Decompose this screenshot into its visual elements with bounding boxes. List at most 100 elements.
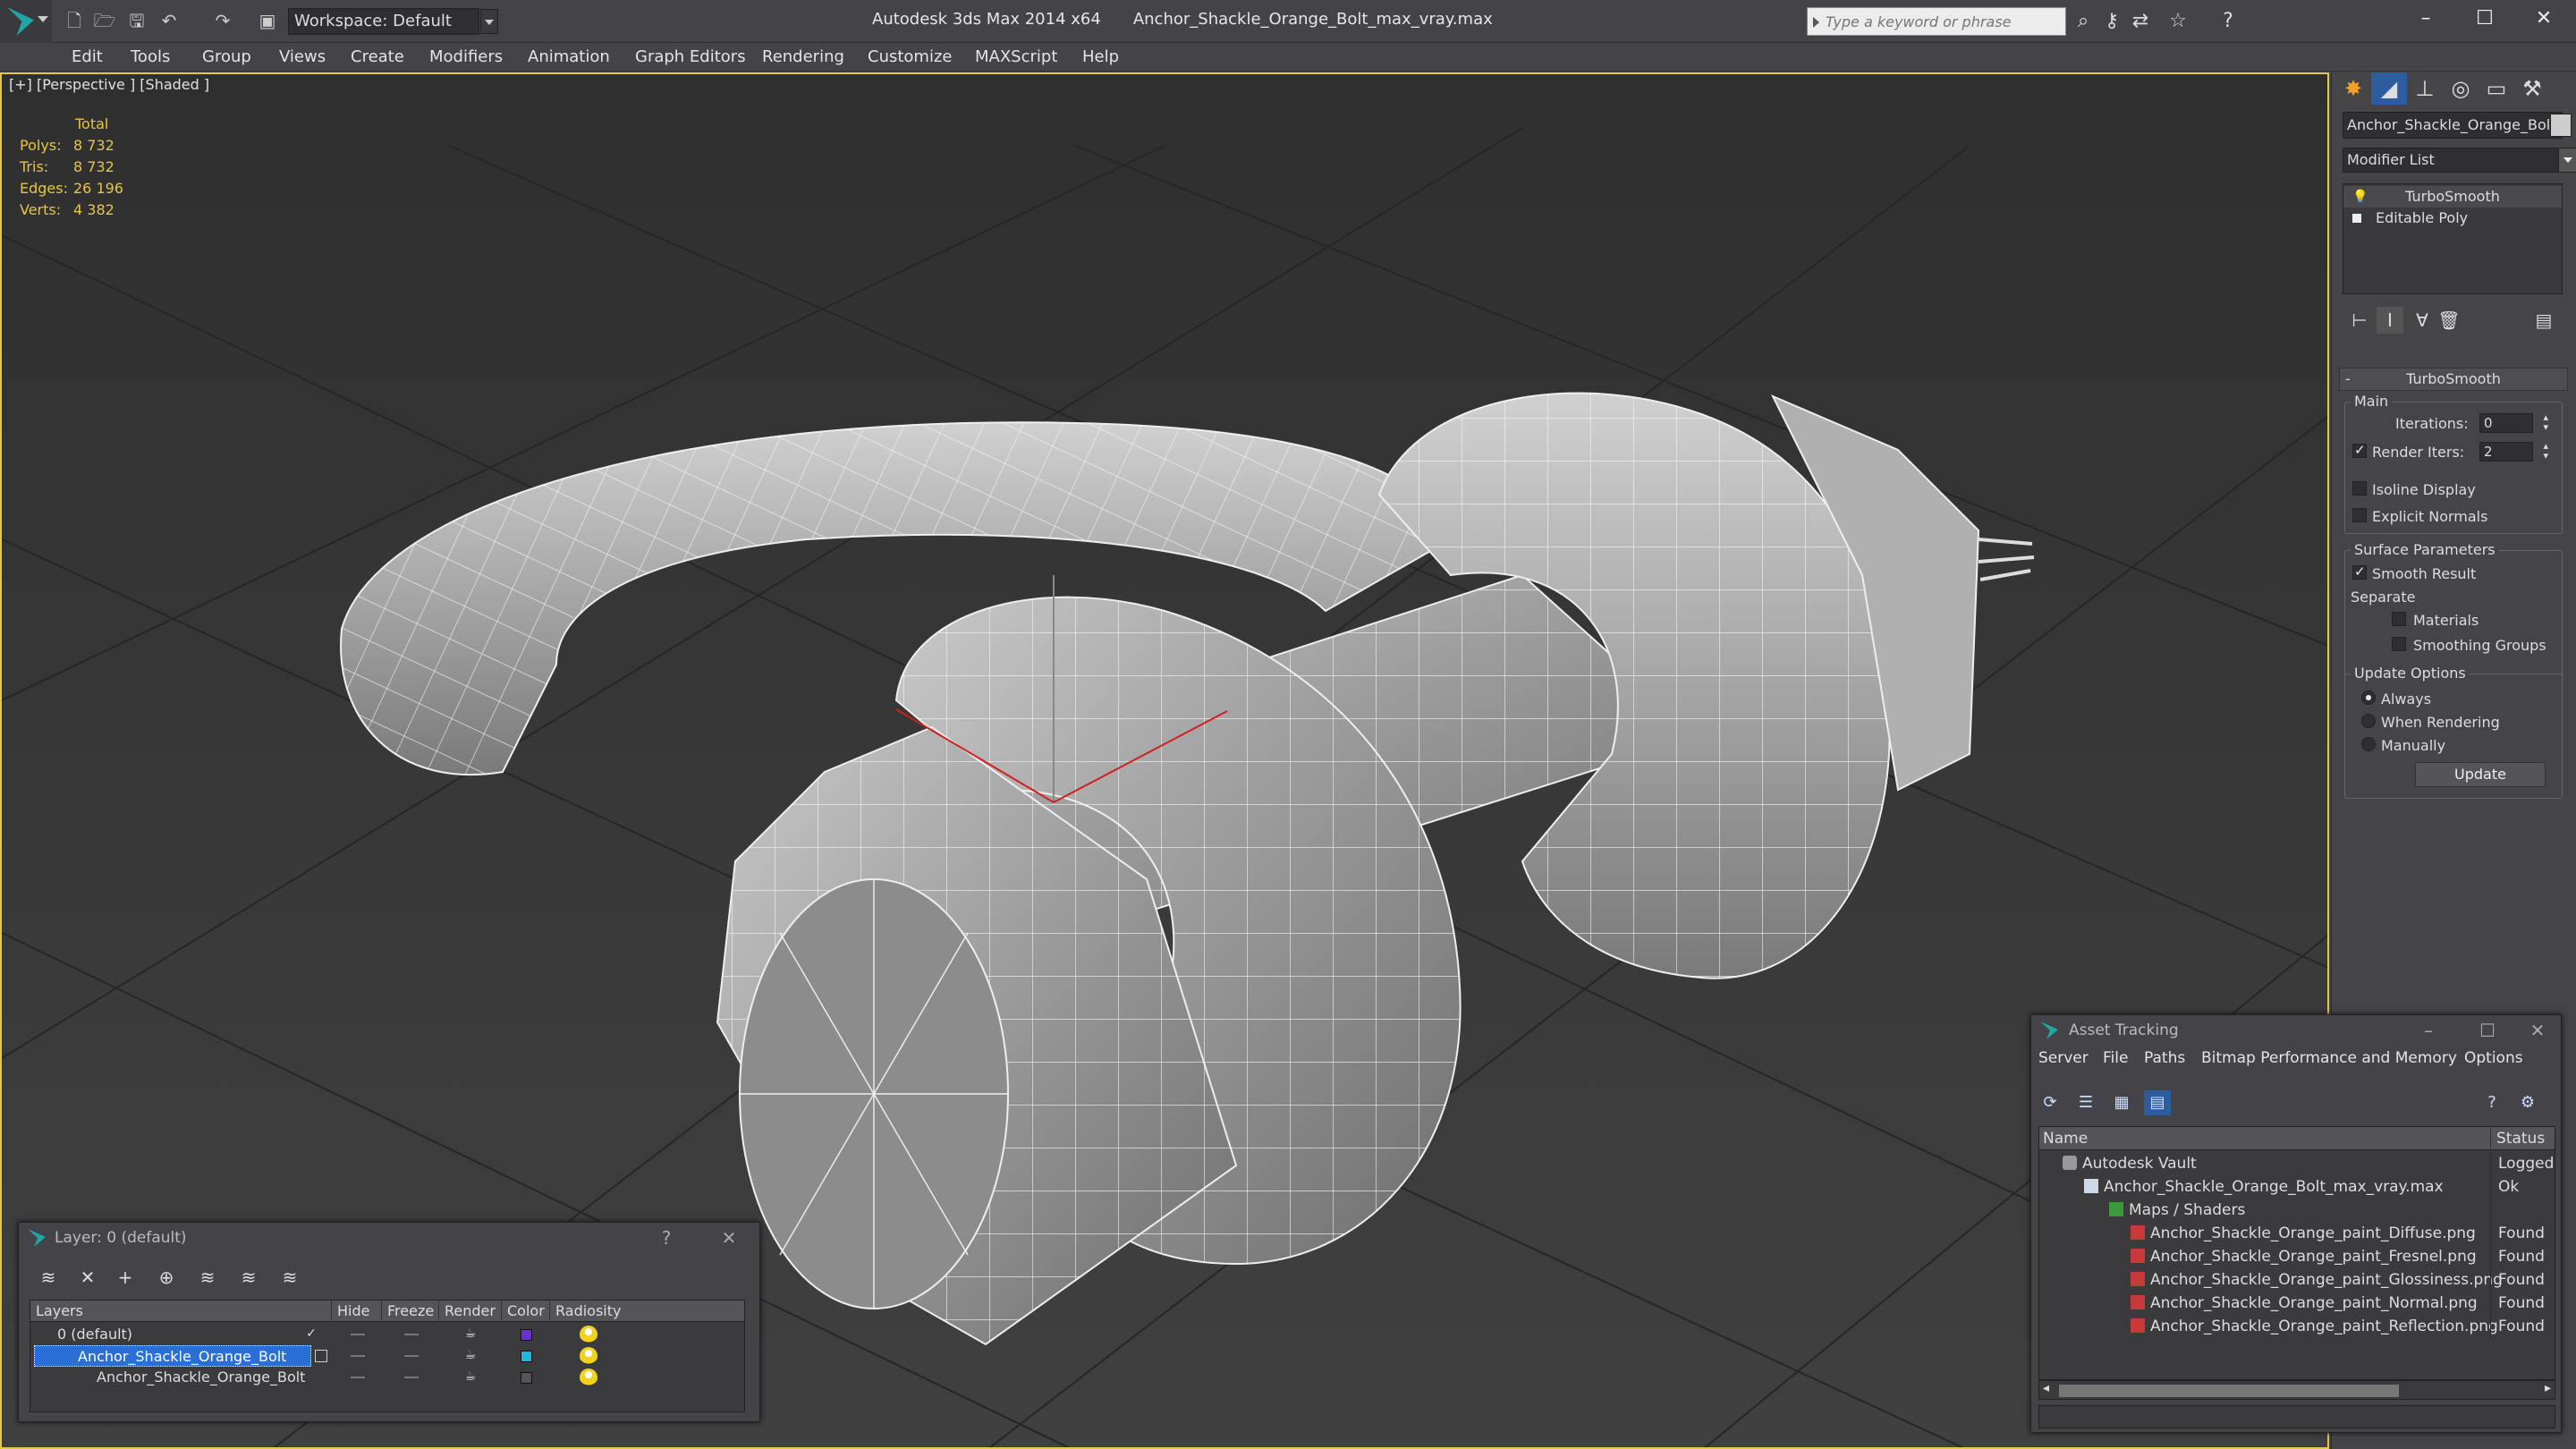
highlight-layer-icon[interactable]: ≋ [192,1264,223,1291]
menu-views[interactable]: Views [279,43,326,72]
modifier-list-dropdown[interactable]: Modifier List [2343,148,2576,173]
configure-sets-icon[interactable]: ▤ [2530,307,2557,334]
hide-toggle[interactable] [351,1377,365,1378]
add-to-layer-icon[interactable]: + [110,1264,140,1291]
thumbnail-view-icon[interactable]: ▦ [2108,1090,2135,1115]
pin-stack-icon[interactable]: ⊢ [2346,307,2373,334]
search-box[interactable] [1807,7,2066,36]
help-icon[interactable]: ? [2479,1090,2505,1115]
menu-file[interactable]: File [2103,1049,2128,1067]
render-iters-spinner[interactable]: 2 [2479,441,2548,462]
hide-toggle[interactable] [351,1334,365,1335]
asset-tracking-titlebar[interactable]: Asset Tracking – ☐ ✕ [2031,1015,2561,1046]
scroll-left-icon[interactable]: ◂ [2043,1381,2049,1395]
column-render[interactable]: Render [438,1301,496,1322]
render-teapot-icon[interactable]: ☕ [463,1348,478,1362]
hide-toggle[interactable] [351,1355,365,1357]
viewport-label[interactable]: [+] [Perspective ] [Shaded ] [9,76,209,93]
app-menu-button[interactable] [0,0,52,43]
modify-tab-icon[interactable]: ◢ [2371,72,2407,105]
save-icon[interactable]: 🖫 [125,9,148,32]
radiosity-icon[interactable] [580,1347,597,1365]
smooth-result-checkbox[interactable] [2352,564,2367,580]
active-layer-checkmark-icon[interactable]: ✓ [304,1326,318,1341]
menu-customize[interactable]: Customize [868,43,952,72]
asset-row[interactable]: Anchor_Shackle_Orange_paint_Diffuse.png F… [2039,1222,2555,1245]
hide-all-icon[interactable]: ≋ [233,1264,264,1291]
column-hide[interactable]: Hide [331,1301,369,1322]
when-rendering-radio[interactable] [2361,714,2376,728]
open-file-icon[interactable]: 🗁 [93,9,116,32]
settings-icon[interactable]: ⚙ [2514,1090,2541,1115]
show-end-result-icon[interactable]: Ⅰ [2377,307,2403,334]
stack-item-turbosmooth[interactable]: 💡 TurboSmooth [2343,186,2562,208]
freeze-all-icon[interactable]: ≋ [275,1264,305,1291]
binoculars-icon[interactable]: ⌕ [2070,8,2097,35]
render-iters-checkbox[interactable] [2352,442,2367,458]
object-color-swatch[interactable] [2550,114,2572,137]
radiosity-icon[interactable] [580,1326,597,1343]
table-view-icon[interactable]: ▤ [2144,1090,2171,1115]
workspace-dropdown[interactable]: Workspace: Default [288,8,498,35]
horizontal-scrollbar[interactable]: ◂ ▸ [2038,1380,2555,1400]
column-name[interactable]: Name [2043,1127,2088,1150]
menu-paths[interactable]: Paths [2144,1049,2185,1067]
exchange-icon[interactable]: ⇄ [2127,8,2154,35]
menu-rendering[interactable]: Rendering [762,43,844,72]
close-button[interactable]: ✕ [2512,0,2576,39]
utilities-tab-icon[interactable]: ⚒ [2514,72,2550,105]
iterations-spinner[interactable]: 0 [2479,412,2548,433]
refresh-icon[interactable]: ⟳ [2037,1090,2063,1115]
object-name-field[interactable]: Anchor_Shackle_Orange_Bolt [2343,112,2563,139]
materials-checkbox[interactable] [2392,612,2406,626]
menu-graph-editors[interactable]: Graph Editors [635,43,746,72]
menu-group[interactable]: Group [202,43,251,72]
menu-maxscript[interactable]: MAXScript [975,43,1057,72]
hierarchy-tab-icon[interactable]: ⊥ [2407,72,2443,105]
close-button[interactable]: ✕ [711,1223,747,1253]
layer-color-swatch[interactable] [521,1329,532,1341]
asset-row[interactable]: Anchor_Shackle_Orange_paint_Normal.png Fo… [2039,1292,2555,1315]
close-button[interactable]: ✕ [2520,1015,2555,1046]
key-icon[interactable]: ⚷ [2098,8,2125,35]
maximize-button[interactable]: ☐ [2453,0,2517,39]
motion-tab-icon[interactable]: ◎ [2443,72,2479,105]
minimize-button[interactable]: – [2394,0,2458,39]
list-view-icon[interactable]: ☰ [2072,1090,2099,1115]
stack-item-editable-poly[interactable]: Editable Poly [2343,208,2562,229]
search-input[interactable] [1808,8,2065,35]
layer-color-swatch[interactable] [521,1351,532,1362]
help-button[interactable]: ? [648,1223,684,1253]
radiosity-icon[interactable] [580,1368,597,1386]
menu-modifiers[interactable]: Modifiers [429,43,503,72]
menu-edit[interactable]: Edit [72,43,103,72]
menu-bitmap-performance[interactable]: Bitmap Performance and Memory [2201,1049,2457,1067]
isoline-display-checkbox[interactable] [2352,481,2367,496]
remove-modifier-icon[interactable]: 🗑 [2436,307,2462,334]
column-color[interactable]: Color [501,1301,545,1322]
column-radiosity[interactable]: Radiosity [549,1301,621,1322]
render-teapot-icon[interactable]: ☕ [463,1369,478,1384]
layer-row[interactable]: 0 (default) ✓ ☕ [30,1324,746,1345]
expand-icon[interactable] [2352,214,2361,223]
scroll-right-icon[interactable]: ▸ [2545,1381,2551,1395]
star-icon[interactable]: ☆ [2165,8,2191,35]
display-tab-icon[interactable]: ▭ [2479,72,2514,105]
create-layer-icon[interactable]: ≋ [33,1264,64,1291]
maximize-button[interactable]: ☐ [2470,1015,2505,1046]
turbosmooth-rollout-header[interactable]: - TurboSmooth [2339,368,2568,391]
update-button[interactable]: Update [2415,762,2546,787]
asset-row[interactable]: Anchor_Shackle_Orange_Bolt_max_vray.max O… [2039,1175,2555,1199]
freeze-toggle[interactable] [404,1334,419,1335]
layer-row-selected[interactable]: Anchor_Shackle_Orange_Bolt ☕ [30,1345,746,1367]
project-folder-icon[interactable]: ▣ [256,9,279,32]
menu-animation[interactable]: Animation [528,43,610,72]
new-file-icon[interactable]: 🗋 [63,9,86,32]
asset-row[interactable]: Anchor_Shackle_Orange_paint_Fresnel.png F… [2039,1245,2555,1268]
help-icon[interactable]: ? [2215,8,2241,35]
lightbulb-icon[interactable]: 💡 [2352,186,2368,208]
explicit-normals-checkbox[interactable] [2352,508,2367,522]
layer-manager-titlebar[interactable]: Layer: 0 (default) ? ✕ [19,1223,759,1253]
column-freeze[interactable]: Freeze [381,1301,434,1322]
menu-options[interactable]: Options [2464,1049,2523,1067]
